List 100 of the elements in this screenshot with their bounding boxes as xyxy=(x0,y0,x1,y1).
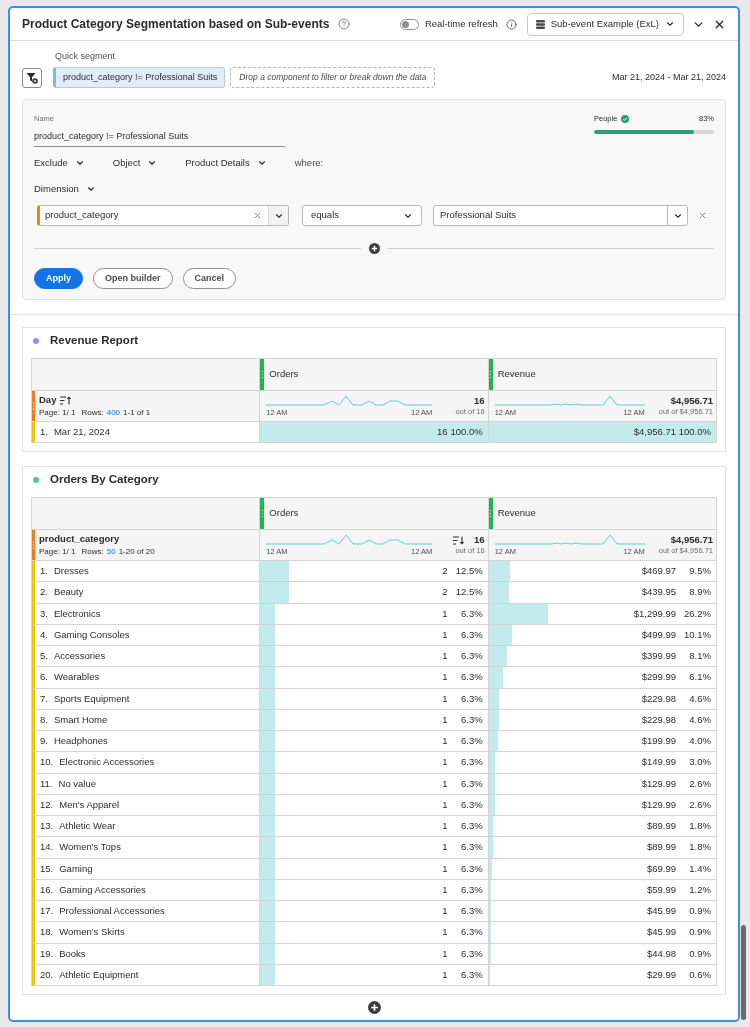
cell-percent: 6.3% xyxy=(461,946,483,961)
cell-value: 2 xyxy=(442,585,448,600)
add-circle-icon[interactable] xyxy=(368,242,380,254)
action-button[interactable]: Cancel xyxy=(182,268,237,289)
cell-value: 1 xyxy=(442,840,448,855)
row-label[interactable]: Professional Accessories xyxy=(59,904,165,919)
cell-value: 1 xyxy=(442,755,448,770)
drag-handle-icon[interactable] xyxy=(32,530,35,560)
cell-value: $4,956.71 xyxy=(633,425,676,439)
row-label[interactable]: Sports Equipment xyxy=(53,691,130,706)
row-label[interactable]: Gaming Accessories xyxy=(59,882,146,897)
column-header[interactable]: Orders xyxy=(260,359,489,391)
help-icon[interactable] xyxy=(338,18,351,30)
cell-percent: 6.3% xyxy=(461,776,483,791)
rows-per-page-link[interactable]: 50 xyxy=(106,547,116,557)
row-label[interactable]: Wearables xyxy=(53,670,100,685)
row-number: 3. xyxy=(40,606,48,621)
row-label[interactable]: Dresses xyxy=(53,564,89,579)
cell-percent: 26.2% xyxy=(684,606,711,621)
column-header[interactable]: Orders xyxy=(260,498,489,530)
cell-percent: 8.1% xyxy=(689,649,711,663)
dimension-field[interactable]: product_category xyxy=(37,205,289,226)
metric-total: $4,956.71 xyxy=(670,395,713,407)
toggle-label: Real-time refresh xyxy=(424,16,498,31)
data-view-dropdown[interactable]: Sub-event Example (ExL) xyxy=(526,12,684,36)
add-filter-button[interactable] xyxy=(22,67,42,88)
scope-dropdown[interactable]: Object xyxy=(112,155,158,171)
row-label[interactable]: Beauty xyxy=(53,585,84,600)
drag-handle-icon[interactable] xyxy=(260,498,265,529)
row-label[interactable]: Women's Tops xyxy=(59,840,121,855)
sort-icon[interactable] xyxy=(60,395,72,405)
value-combobox[interactable]: Professional Suits xyxy=(433,205,688,226)
cell-percent: 6.3% xyxy=(461,925,483,940)
row-label[interactable]: No value xyxy=(58,776,96,791)
action-button[interactable]: Open builder xyxy=(93,268,173,289)
row-label[interactable]: Headphones xyxy=(53,734,108,749)
sort-icon[interactable] xyxy=(453,535,465,545)
drag-handle-icon[interactable] xyxy=(488,498,493,529)
cell-percent: 6.3% xyxy=(461,712,483,727)
cell-percent: 0.9% xyxy=(689,904,711,918)
row-number: 10. xyxy=(40,755,54,770)
dimension-label[interactable]: product_category xyxy=(39,533,120,545)
clear-icon[interactable] xyxy=(253,211,262,220)
row-range: 1-20 of 20 xyxy=(118,547,155,557)
row-label[interactable]: Electronic Accessories xyxy=(59,755,155,770)
scope-dropdown[interactable]: Product Details xyxy=(185,155,267,171)
row-number: 7. xyxy=(40,691,48,706)
column-header[interactable]: Revenue xyxy=(488,359,717,391)
page-indicator: Page: 1/ 1 xyxy=(39,408,76,418)
row-label[interactable]: Women's Skirts xyxy=(59,925,125,940)
row-number: 4. xyxy=(40,627,48,642)
cell-value: 1 xyxy=(442,904,448,918)
cell-value: $299.99 xyxy=(641,670,676,685)
rows-per-page-link[interactable]: 400 xyxy=(106,408,121,418)
operator-dropdown[interactable]: equals xyxy=(302,205,422,226)
cell-value: 1 xyxy=(442,691,448,706)
action-button[interactable]: Apply xyxy=(34,268,83,289)
cell-value: 1 xyxy=(442,967,448,982)
row-number: 2. xyxy=(40,585,48,600)
toggle-switch[interactable] xyxy=(399,18,419,30)
row-label[interactable]: Athletic Wear xyxy=(59,819,116,834)
cell-value: 1 xyxy=(442,819,448,833)
add-circle-icon[interactable] xyxy=(367,1001,381,1014)
row-label[interactable]: Gaming Consoles xyxy=(53,627,130,642)
column-header[interactable]: Revenue xyxy=(488,498,717,530)
drag-handle-icon[interactable] xyxy=(260,359,265,390)
cell-value: 1 xyxy=(442,627,448,642)
cell-value: $499.99 xyxy=(641,627,676,642)
row-label[interactable]: Accessories xyxy=(53,649,106,664)
cell-percent: 12.5% xyxy=(455,585,483,600)
segment-chip[interactable]: product_category != Professional Suits xyxy=(53,67,226,88)
chevron-down-icon xyxy=(85,184,96,194)
drag-handle-icon[interactable] xyxy=(488,359,493,390)
cell-percent: 3.0% xyxy=(689,755,711,770)
row-label[interactable]: Smart Home xyxy=(53,712,108,727)
cell-percent: 6.3% xyxy=(461,691,483,706)
name-field[interactable]: product_category != Professional Suits xyxy=(34,127,285,147)
row-label[interactable]: Books xyxy=(59,946,86,961)
row-label[interactable]: Athletic Equipment xyxy=(59,967,139,982)
row-number: 18. xyxy=(40,925,54,940)
scrollbar-thumb[interactable] xyxy=(741,925,746,1020)
cell-percent: 6.3% xyxy=(461,840,483,855)
scope-dropdown[interactable]: Exclude xyxy=(34,155,85,171)
cell-value: $199.99 xyxy=(641,734,676,748)
row-number: 12. xyxy=(40,797,54,812)
cell-percent: 6.3% xyxy=(461,904,483,918)
drop-zone[interactable]: Drop a component to filter or break down the data xyxy=(230,67,436,88)
row-label[interactable]: Mar 21, 2024 xyxy=(53,425,110,440)
date-range[interactable]: Mar 21, 2024 - Mar 21, 2024 xyxy=(611,70,726,85)
row-label[interactable]: Gaming xyxy=(59,861,93,876)
row-label[interactable]: Men's Apparel xyxy=(59,797,120,812)
info-icon[interactable] xyxy=(505,18,517,30)
dimension-label[interactable]: Day xyxy=(39,394,57,406)
component-type-dropdown[interactable]: Dimension xyxy=(34,181,96,197)
panel-title: Product Category Segmentation based on Sub-events xyxy=(22,16,330,33)
row-label[interactable]: Electronics xyxy=(53,606,101,621)
drag-handle-icon[interactable] xyxy=(32,391,35,421)
row-number: 9. xyxy=(40,734,48,748)
cell-value: 1 xyxy=(442,649,448,663)
rows-label: Rows: xyxy=(81,547,104,557)
